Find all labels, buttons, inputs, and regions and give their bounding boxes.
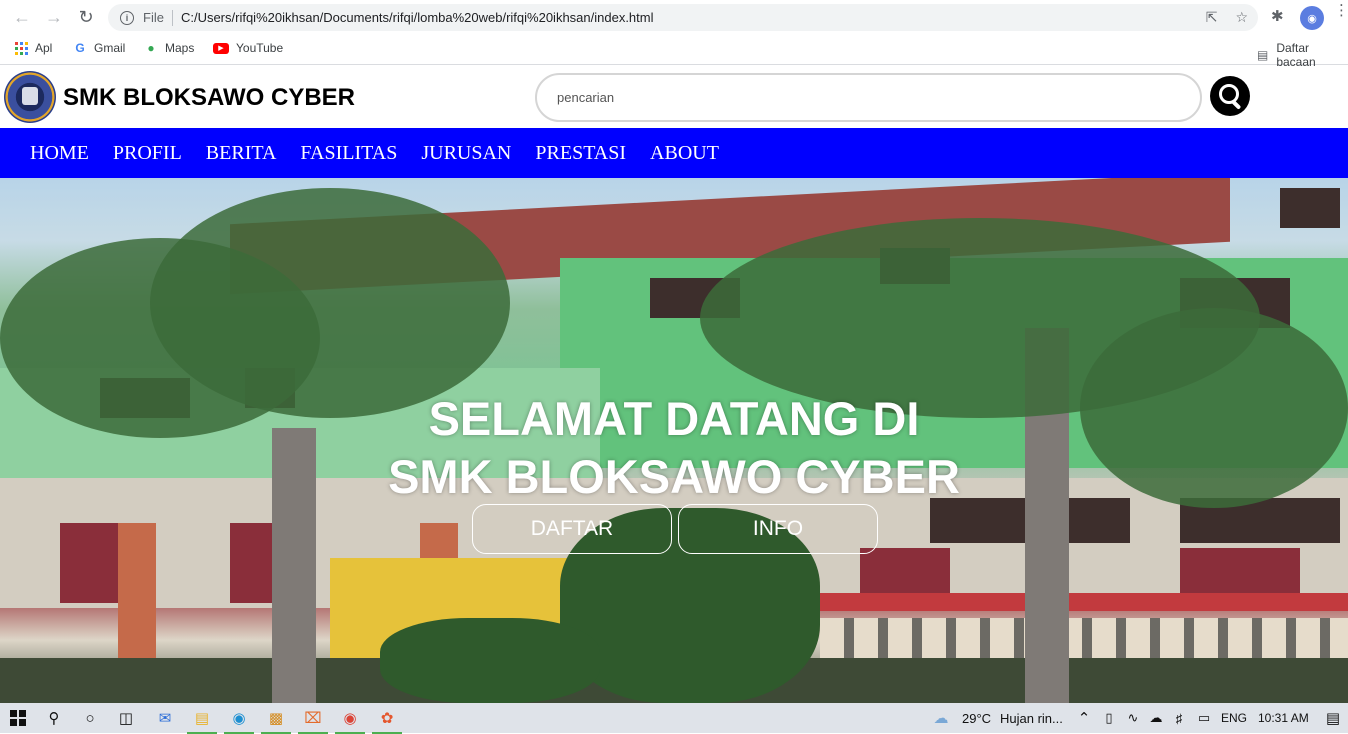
cortana-icon[interactable]: ○ <box>81 709 99 727</box>
task-view-icon[interactable]: ◫ <box>117 709 135 727</box>
reading-list-label: Daftar bacaan <box>1276 41 1316 69</box>
site-info-icon[interactable]: i <box>120 10 134 25</box>
search-button[interactable] <box>1210 76 1250 116</box>
language-indicator[interactable]: ENG <box>1221 711 1247 725</box>
divider <box>171 9 173 26</box>
bookmark-apps[interactable]: Apl <box>14 41 52 55</box>
battery-icon[interactable]: ▭ <box>1195 709 1213 727</box>
weather-icon[interactable]: ☁ <box>932 709 950 727</box>
paint-icon[interactable]: ✿ <box>372 709 402 734</box>
bookmark-youtube[interactable]: ▶ YouTube <box>213 41 283 55</box>
nav-home[interactable]: HOME <box>30 142 89 165</box>
clock[interactable]: 10:31 AM <box>1258 711 1309 725</box>
hero-banner: SELAMAT DATANG DI SMK BLOKSAWO CYBER DAF… <box>0 178 1348 703</box>
share-icon[interactable]: ⇱ <box>1206 9 1218 26</box>
search-input[interactable]: pencarian <box>535 73 1202 122</box>
menu-dots-icon[interactable]: ⋮ <box>1334 3 1348 18</box>
volume-muted-icon[interactable]: ♯ <box>1170 709 1188 727</box>
device-icon[interactable]: ▯ <box>1100 709 1118 727</box>
bookmarks-bar: Apl G Gmail ● Maps ▶ YouTube ▤ Daftar ba… <box>0 35 1348 69</box>
chevron-up-icon[interactable]: ⌃ <box>1075 709 1093 727</box>
bookmark-label: Maps <box>165 41 195 55</box>
nav-jurusan[interactable]: JURUSAN <box>421 142 511 165</box>
extensions-icon[interactable]: ✱ <box>1271 7 1284 25</box>
xampp-icon[interactable]: ⌧ <box>298 709 328 734</box>
windows-start-icon[interactable] <box>9 709 27 727</box>
taskbar: ⚲ ○ ◫ ✉ ▤ ◉ ▩ ⌧ ◉ ✿ ☁ 29°C Hujan rin... … <box>0 703 1348 734</box>
edge-icon[interactable]: ◉ <box>224 709 254 734</box>
nav-profil[interactable]: PROFIL <box>113 142 182 165</box>
main-nav: HOME PROFIL BERITA FASILITAS JURUSAN PRE… <box>0 128 1348 178</box>
reload-icon[interactable]: ↻ <box>70 1 102 33</box>
maps-icon: ● <box>147 41 155 55</box>
wifi-icon[interactable]: ∿ <box>1124 709 1142 727</box>
back-arrow-icon[interactable]: ← <box>6 1 38 33</box>
apps-icon <box>14 41 28 55</box>
address-bar[interactable]: i File C:/Users/rifqi%20ikhsan/Documents… <box>108 4 1258 31</box>
onedrive-icon[interactable]: ☁ <box>1147 709 1165 727</box>
info-button[interactable]: INFO <box>678 504 878 554</box>
weather-temp[interactable]: 29°C <box>962 711 991 726</box>
reading-list-icon: ▤ <box>1256 48 1269 62</box>
forward-arrow-icon[interactable]: → <box>38 1 70 33</box>
nav-berita[interactable]: BERITA <box>206 142 277 165</box>
sublime-text-icon[interactable]: ▩ <box>261 709 291 734</box>
nav-fasilitas[interactable]: FASILITAS <box>300 142 397 165</box>
bookmark-gmail[interactable]: G Gmail <box>73 41 125 55</box>
nav-about[interactable]: ABOUT <box>650 142 719 165</box>
site-title: SMK BLOKSAWO CYBER <box>63 84 356 111</box>
hero-title-line1: SELAMAT DATANG DI <box>428 392 920 445</box>
daftar-button[interactable]: DAFTAR <box>472 504 672 554</box>
file-label: File <box>143 10 164 25</box>
bookmark-label: Apl <box>35 41 53 55</box>
weather-desc[interactable]: Hujan rin... <box>1000 711 1063 726</box>
bookmark-maps[interactable]: ● Maps <box>144 41 194 55</box>
bookmark-label: Gmail <box>94 41 126 55</box>
school-logo[interactable] <box>4 71 56 123</box>
youtube-icon: ▶ <box>213 42 229 54</box>
reading-list[interactable]: ▤ Daftar bacaan <box>1256 41 1348 69</box>
file-explorer-icon[interactable]: ▤ <box>187 709 217 734</box>
hero-title-line2: SMK BLOKSAWO CYBER <box>388 450 960 503</box>
browser-toolbar: ← → ↻ i File C:/Users/rifqi%20ikhsan/Doc… <box>0 0 1348 35</box>
site-header: SMK BLOKSAWO CYBER pencarian <box>0 66 1348 128</box>
mail-icon[interactable]: ✉ <box>156 709 174 727</box>
url-text[interactable]: C:/Users/rifqi%20ikhsan/Documents/rifqi/… <box>181 10 654 25</box>
chrome-icon[interactable]: ◉ <box>335 709 365 734</box>
search-icon[interactable]: ⚲ <box>45 709 63 727</box>
bookmark-label: YouTube <box>236 41 284 55</box>
bookmark-star-icon[interactable]: ☆ <box>1235 9 1248 26</box>
hero-title: SELAMAT DATANG DI SMK BLOKSAWO CYBER <box>0 390 1348 506</box>
notification-icon[interactable]: ▤ <box>1324 709 1342 727</box>
google-icon: G <box>75 41 85 55</box>
profile-avatar[interactable]: ◉ <box>1300 6 1324 30</box>
nav-prestasi[interactable]: PRESTASI <box>535 142 626 165</box>
